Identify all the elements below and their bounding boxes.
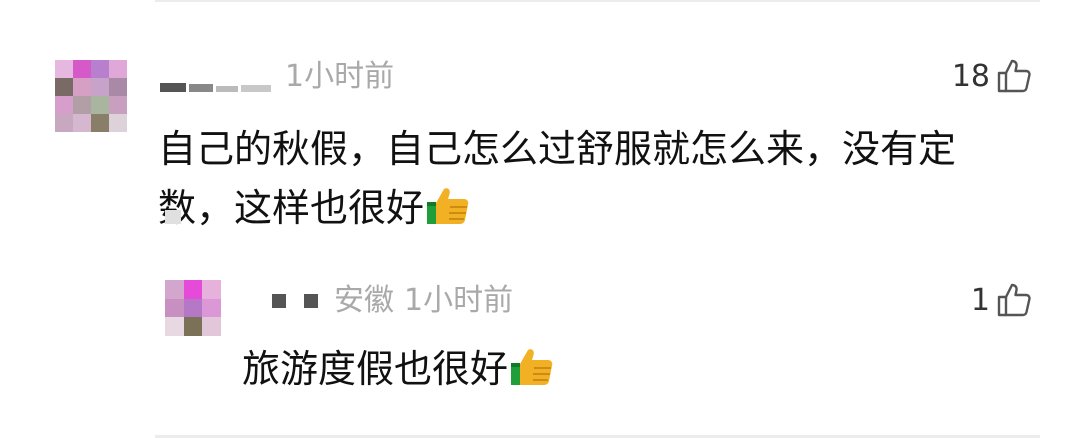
comment-body: 自己的秋假，自己怎么过舒服就怎么来，没有定数，这样也很好 — [158, 120, 1018, 238]
avatar-mosaic-pixel — [109, 78, 127, 96]
avatar-mosaic-pixel — [202, 317, 221, 336]
avatar-mosaic-pixel — [165, 317, 184, 336]
avatar-mosaic-pixel — [73, 78, 91, 96]
thumbs-up-emoji-icon — [427, 188, 469, 224]
like-button[interactable]: 18 — [952, 58, 1032, 94]
avatar-mosaic-pixel — [55, 60, 73, 78]
reply-time: 1小时前 — [404, 283, 514, 318]
avatar-mosaic-pixel — [91, 114, 109, 132]
avatar-mosaic-pixel — [109, 114, 127, 132]
avatar-mosaic-pixel — [73, 60, 91, 78]
comment-meta: 1小时前 — [160, 62, 394, 92]
image-artifact — [165, 210, 181, 224]
avatar[interactable] — [55, 60, 127, 132]
thumbs-up-outline-icon[interactable] — [996, 282, 1032, 318]
reply-body: 旅游度假也很好 — [242, 340, 554, 399]
masked-username-block[interactable] — [272, 294, 286, 308]
comment-text: 自己的秋假，自己怎么过舒服就怎么来，没有定数，这样也很好 — [158, 127, 957, 230]
avatar-mosaic-pixel — [55, 114, 73, 132]
avatar-mosaic-pixel — [183, 280, 203, 299]
top-divider — [155, 0, 1040, 2]
avatar-mosaic-pixel — [109, 96, 127, 114]
masked-username[interactable] — [160, 62, 271, 92]
thumbs-up-emoji-icon — [511, 349, 553, 385]
avatar-mosaic-pixel — [55, 78, 73, 96]
avatar[interactable] — [165, 280, 221, 336]
thumbs-up-outline-icon[interactable] — [996, 58, 1032, 94]
like-count: 1 — [970, 282, 990, 318]
reply-meta: 安徽 1小时前 — [272, 286, 513, 316]
avatar-mosaic-pixel — [91, 96, 109, 114]
masked-username-block[interactable] — [304, 294, 318, 308]
avatar-mosaic-pixel — [165, 280, 184, 299]
avatar-mosaic-pixel — [165, 298, 184, 318]
avatar-mosaic-pixel — [183, 317, 203, 336]
comment-time: 1小时前 — [285, 59, 395, 94]
like-count: 18 — [951, 58, 990, 94]
avatar-mosaic-pixel — [202, 280, 221, 299]
avatar-mosaic-pixel — [55, 96, 73, 114]
avatar-mosaic-pixel — [202, 298, 221, 318]
like-button[interactable]: 1 — [971, 282, 1032, 318]
reply-text: 旅游度假也很好 — [242, 347, 509, 391]
avatar-mosaic-pixel — [183, 298, 203, 318]
avatar-mosaic-pixel — [73, 114, 91, 132]
avatar-mosaic-pixel — [91, 60, 109, 78]
reply-location: 安徽 — [334, 283, 394, 318]
avatar-mosaic-pixel — [91, 78, 109, 96]
avatar-mosaic-pixel — [109, 60, 127, 78]
avatar-mosaic-pixel — [73, 96, 91, 114]
